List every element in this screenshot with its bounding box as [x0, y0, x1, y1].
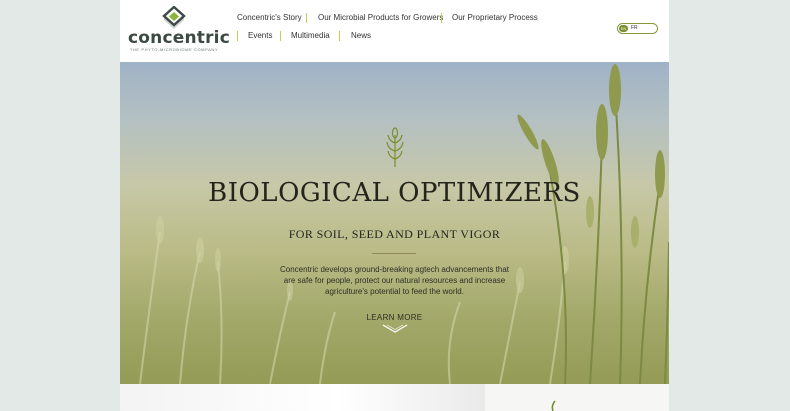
site-header: concentric THE PHYTO-MICROBIOME COMPANY … [120, 0, 669, 62]
page: concentric THE PHYTO-MICROBIOME COMPANY … [120, 0, 669, 411]
logo-tagline: THE PHYTO-MICROBIOME COMPANY [129, 47, 219, 52]
learn-more-link[interactable]: LEARN MORE [120, 313, 669, 322]
wheat-icon [386, 127, 404, 167]
chevron-down-icon[interactable] [382, 324, 408, 334]
nav-item-events[interactable]: Events [248, 31, 272, 40]
nav-divider [280, 31, 281, 41]
nav-item-multimedia[interactable]: Multimedia [291, 31, 330, 40]
language-alternate[interactable]: FR [631, 25, 638, 32]
nav-divider [306, 13, 307, 23]
wheat-field-image [120, 64, 669, 384]
nav-item-news[interactable]: News [351, 31, 371, 40]
sprout-image [551, 400, 556, 411]
nav-item-process[interactable]: Our Proprietary Process [452, 13, 538, 22]
nav-divider [237, 31, 238, 41]
preview-panel-left [120, 384, 485, 411]
language-active: EN [619, 25, 628, 32]
hero-banner: BIOLOGICAL OPTIMIZERS FOR SOIL, SEED AND… [120, 62, 669, 384]
nav-divider [339, 31, 340, 41]
nav-item-story[interactable]: Concentric's Story [237, 13, 302, 22]
hero-divider [372, 253, 416, 254]
language-toggle[interactable]: EN FR [617, 23, 658, 34]
nav-divider [441, 13, 442, 23]
content-preview-strip [120, 384, 669, 411]
nav-item-products[interactable]: Our Microbial Products for Growers [318, 13, 443, 22]
hero-title: BIOLOGICAL OPTIMIZERS [208, 178, 581, 208]
preview-panel-right [485, 384, 669, 411]
logo[interactable]: concentric THE PHYTO-MICROBIOME COMPANY [128, 6, 230, 54]
hero-description: Concentric develops ground-breaking agte… [279, 265, 510, 296]
logo-wordmark: concentric [128, 28, 230, 48]
hero-subtitle: FOR SOIL, SEED AND PLANT VIGOR [288, 227, 501, 241]
